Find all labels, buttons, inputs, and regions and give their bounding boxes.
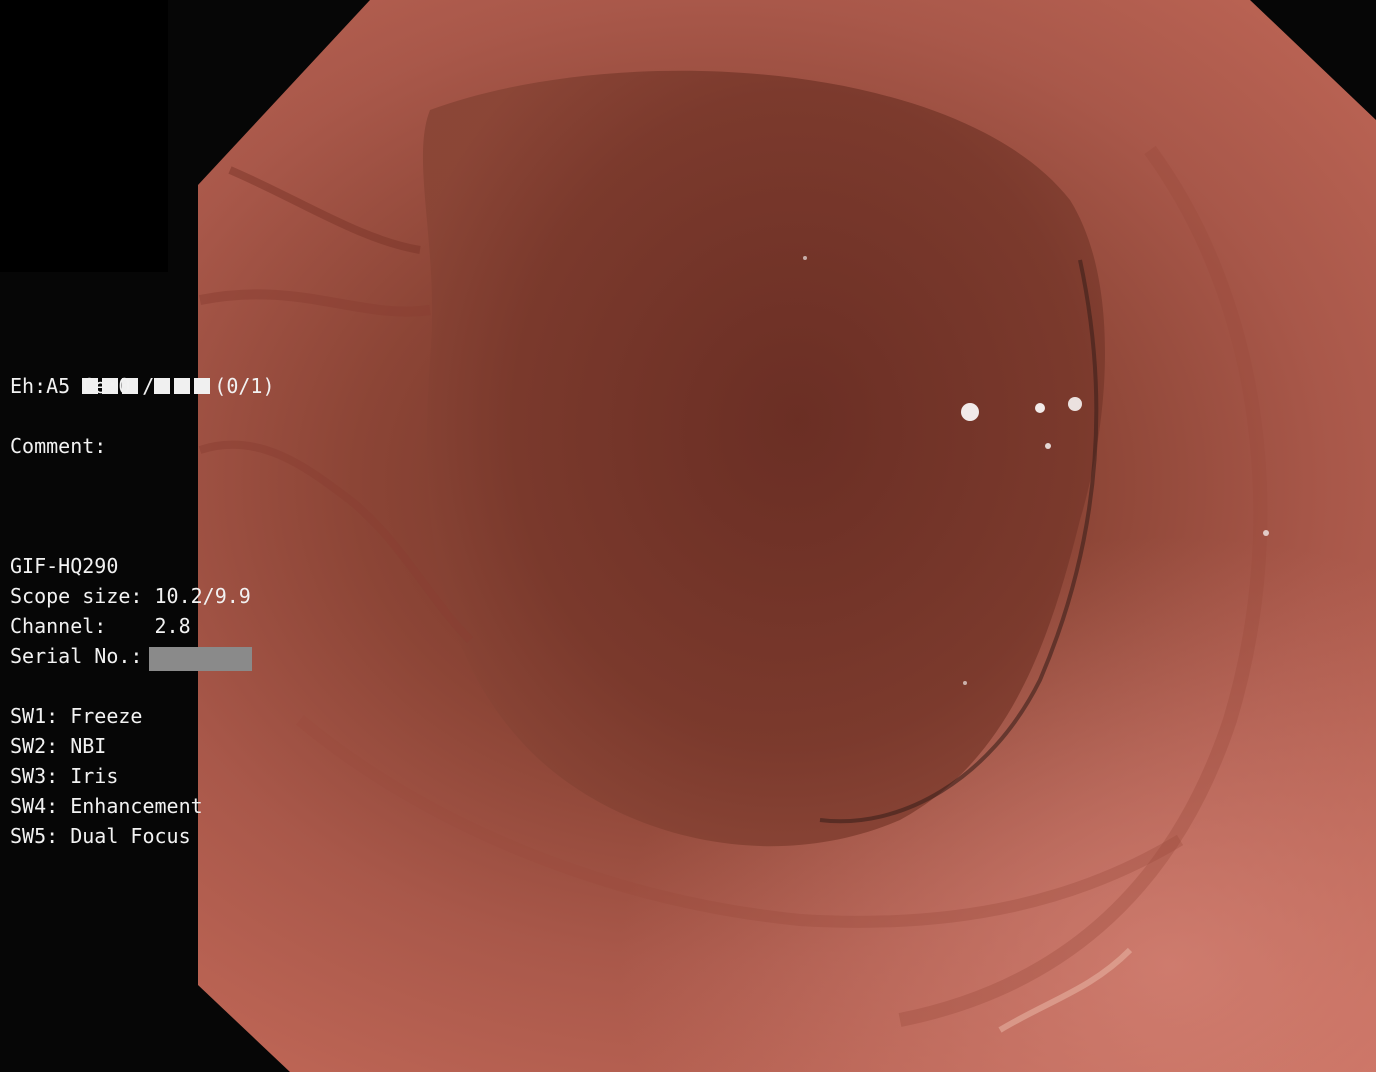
scope-size: Scope size: 10.2/9.9 <box>10 584 251 608</box>
endoscopic-image <box>198 0 1376 1072</box>
switch-5: SW5: Dual Focus <box>10 824 191 848</box>
endoscopy-screen: / (0/1) Eh:A5 Ce:0 Comment: GIF-HQ290 Sco… <box>0 0 1376 1072</box>
switch-2: SW2: NBI <box>10 734 107 758</box>
enhancement-setting: Eh:A5 Ce:0 <box>10 374 131 398</box>
redacted-patient-name <box>154 371 214 401</box>
scope-model: GIF-HQ290 <box>10 554 119 578</box>
info-overlay: / (0/1) Eh:A5 Ce:0 Comment: GIF-HQ290 Sco… <box>10 0 275 848</box>
comment-label: Comment: <box>10 434 107 458</box>
switch-3: SW3: Iris <box>10 764 119 788</box>
patient-id-line: / (0/1) <box>10 341 275 398</box>
patient-counter: (0/1) <box>214 374 275 398</box>
serial-number-redaction <box>149 647 252 671</box>
switch-1: SW1: Freeze <box>10 704 143 728</box>
serial-label: Serial No.: <box>10 644 143 668</box>
switch-4: SW4: Enhancement <box>10 794 203 818</box>
channel-size: Channel: 2.8 <box>10 614 191 638</box>
